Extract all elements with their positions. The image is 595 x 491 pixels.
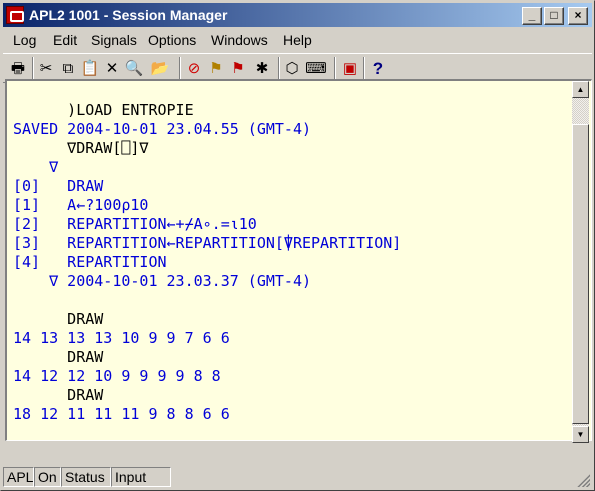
signal-flag-button[interactable]: ⚑ xyxy=(205,57,227,79)
cut-icon: ✂ xyxy=(39,59,53,77)
title-bar[interactable]: APL2 1001 - Session Manager _ □ × xyxy=(3,3,592,27)
apl-session-button[interactable]: ▣ xyxy=(339,57,361,79)
tools-button[interactable]: ✱ xyxy=(251,57,273,79)
scroll-up-button[interactable]: ▲ xyxy=(572,81,589,98)
maximize-button[interactable]: □ xyxy=(544,7,564,25)
toolbar-separator xyxy=(278,57,280,79)
session-line: DRAW xyxy=(13,386,104,404)
cut-button[interactable]: ✂ xyxy=(35,57,57,79)
status-pane-status: Status xyxy=(61,467,111,487)
status-pane-input: Input xyxy=(111,467,171,487)
session-line: ∇ 2004-10-01 23.03.37 (GMT-4) xyxy=(13,272,312,290)
session-line xyxy=(13,291,563,310)
session-log[interactable]: )LOAD ENTROPIE SAVED 2004-10-01 23.04.55 … xyxy=(5,79,592,441)
object-editor-button[interactable]: ⬡ xyxy=(281,57,303,79)
help-button[interactable]: ? xyxy=(367,57,389,79)
status-pane-on: On xyxy=(34,467,61,487)
status-pane-apl: APL xyxy=(3,467,34,487)
delete-button[interactable]: ✕ xyxy=(101,57,123,79)
menu-help[interactable]: Help xyxy=(283,32,312,48)
toolbar-separator xyxy=(363,57,365,79)
apl2-app-icon[interactable] xyxy=(6,6,24,24)
object-editor-icon: ⬡ xyxy=(285,59,299,77)
find-icon: 🔍 xyxy=(124,59,144,77)
session-line: 14 12 12 10 9 9 9 9 8 8 xyxy=(13,367,221,385)
session-line: SAVED 2004-10-01 23.04.55 (GMT-4) xyxy=(13,120,312,138)
menu-options[interactable]: Options xyxy=(148,32,196,48)
copy-icon: ⧉ xyxy=(62,59,74,77)
scroll-thumb[interactable] xyxy=(572,123,589,424)
session-line: DRAW xyxy=(13,310,104,328)
toolbar-separator xyxy=(179,57,181,79)
interrupt-button[interactable]: ⚑ xyxy=(227,57,249,79)
session-line: [3] REPARTITION←REPARTITION[⍒REPARTITION… xyxy=(13,234,402,252)
menu-windows[interactable]: Windows xyxy=(211,32,268,48)
resize-grip[interactable] xyxy=(576,473,590,487)
session-line: )LOAD ENTROPIE xyxy=(13,101,194,119)
delete-icon: ✕ xyxy=(105,59,119,77)
status-bar: APL On Status Input xyxy=(3,465,592,489)
tools-icon: ✱ xyxy=(255,59,269,77)
stop-icon: ⊘ xyxy=(187,59,201,77)
help-icon: ? xyxy=(372,58,384,78)
signal-flag-icon: ⚑ xyxy=(209,59,223,77)
copy-button[interactable]: ⧉ xyxy=(57,57,79,79)
keyboard-button[interactable]: ⌨ xyxy=(305,57,327,79)
session-line: ∇ xyxy=(13,158,59,176)
session-manager-window: APL2 1001 - Session Manager _ □ × Log Ed… xyxy=(0,0,595,491)
session-line: [0] DRAW xyxy=(13,177,104,195)
menu-log[interactable]: Log xyxy=(13,32,36,48)
find-button[interactable]: 🔍 xyxy=(123,57,145,79)
session-line: [2] REPARTITION←+⌿A∘.=⍳10 xyxy=(13,215,257,233)
session-line: 18 12 11 11 11 9 8 8 6 6 xyxy=(13,405,230,423)
menu-bar: Log Edit Signals Options Windows Help xyxy=(3,29,592,51)
vertical-scrollbar[interactable]: ▲ ▼ xyxy=(572,81,589,443)
scroll-down-button[interactable]: ▼ xyxy=(572,426,589,443)
apl-session-icon: ▣ xyxy=(342,59,358,77)
open-folder-icon: 📂 xyxy=(150,59,170,77)
session-line: [4] REPARTITION xyxy=(13,253,167,271)
window-title: APL2 1001 - Session Manager xyxy=(29,7,228,23)
session-lines: )LOAD ENTROPIE SAVED 2004-10-01 23.04.55 … xyxy=(13,101,563,424)
interrupt-icon: ⚑ xyxy=(231,59,245,77)
print-icon: 🖶 xyxy=(10,59,26,77)
keyboard-icon: ⌨ xyxy=(305,59,327,77)
menu-edit[interactable]: Edit xyxy=(53,32,77,48)
toolbar-separator xyxy=(334,57,336,79)
close-button[interactable]: × xyxy=(568,7,588,25)
session-line: ∇DRAW[⎕]∇ xyxy=(13,139,149,157)
paste-icon: 📋 xyxy=(80,59,100,77)
session-line: 14 13 13 13 10 9 9 7 6 6 xyxy=(13,329,230,347)
open-folder-button[interactable]: 📂 xyxy=(149,57,171,79)
toolbar-separator xyxy=(32,57,34,79)
stop-button[interactable]: ⊘ xyxy=(183,57,205,79)
minimize-button[interactable]: _ xyxy=(522,7,542,25)
print-button[interactable]: 🖶 xyxy=(7,57,29,79)
session-line: [1] A←?100⍴10 xyxy=(13,196,149,214)
menu-signals[interactable]: Signals xyxy=(91,32,137,48)
paste-button[interactable]: 📋 xyxy=(79,57,101,79)
session-line: DRAW xyxy=(13,348,104,366)
